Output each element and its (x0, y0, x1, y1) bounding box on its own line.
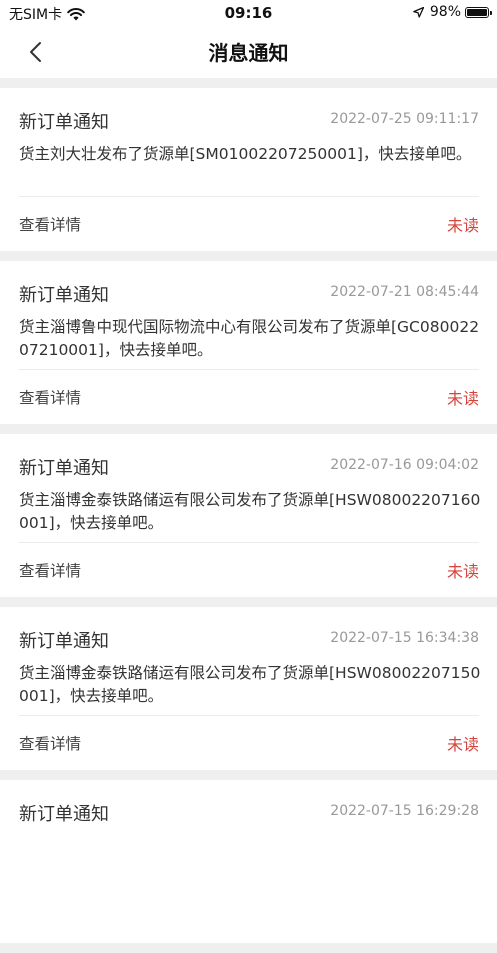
notification-title: 新订单通知 (19, 804, 109, 825)
unread-badge: 未读 (446, 562, 479, 581)
unread-badge: 未读 (446, 216, 479, 235)
notification-body: 货主刘大壮发布了货源单[SM01002207250001]，快去接单吧。 (19, 145, 472, 163)
notification-time: 2022-07-15 16:34:38 (330, 630, 479, 646)
notification-list: 新订单通知 2022-07-25 09:11:17 货主刘大壮发布了货源单[SM… (0, 88, 497, 953)
notification-body: 货主淄博金泰铁路储运有限公司发布了货源单[HSW08002207150001]，… (19, 664, 481, 705)
view-details-link[interactable]: 查看详情 (19, 213, 81, 235)
notification-title: 新订单通知 (19, 458, 109, 479)
notification-card[interactable]: 新订单通知 2022-07-21 08:45:44 货主淄博鲁中现代国际物流中心… (0, 261, 497, 424)
notification-title: 新订单通知 (19, 112, 109, 133)
notification-body: 货主淄博金泰铁路储运有限公司发布了货源单[HSW08002207160001]，… (19, 491, 481, 532)
divider (19, 542, 479, 543)
divider (19, 715, 479, 716)
notification-time: 2022-07-15 16:29:28 (330, 803, 479, 819)
view-details-link[interactable]: 查看详情 (19, 386, 81, 408)
status-bar: 无SIM卡 09:16 98% (0, 0, 497, 26)
divider (19, 196, 479, 197)
notification-time: 2022-07-21 08:45:44 (330, 284, 479, 300)
view-details-link[interactable]: 查看详情 (19, 559, 81, 581)
notification-title: 新订单通知 (19, 631, 109, 652)
nav-bar: 消息通知 (0, 26, 497, 78)
battery-icon (465, 6, 492, 18)
notification-time: 2022-07-16 09:04:02 (330, 457, 479, 473)
notification-card[interactable]: 新订单通知 2022-07-15 16:34:38 货主淄博金泰铁路储运有限公司… (0, 607, 497, 770)
unread-badge: 未读 (446, 735, 479, 754)
battery-percent: 98% (429, 4, 461, 20)
battery-tip (490, 10, 492, 15)
notification-time: 2022-07-25 09:11:17 (330, 111, 479, 127)
notification-body: 货主淄博鲁中现代国际物流中心有限公司发布了货源单[GC0800220721000… (19, 318, 480, 359)
notification-card[interactable]: 新订单通知 2022-07-16 09:04:02 货主淄博金泰铁路储运有限公司… (0, 434, 497, 597)
notification-card[interactable]: 新订单通知 2022-07-15 16:29:28 (0, 780, 497, 943)
location-arrow-icon (413, 6, 424, 18)
unread-badge: 未读 (446, 389, 479, 408)
notification-card[interactable]: 新订单通知 2022-07-25 09:11:17 货主刘大壮发布了货源单[SM… (0, 88, 497, 251)
status-bar-right: 98% (413, 4, 492, 20)
battery-fill (467, 8, 487, 16)
notification-title: 新订单通知 (19, 285, 109, 306)
divider (19, 369, 479, 370)
view-details-link[interactable]: 查看详情 (19, 732, 81, 754)
page-title: 消息通知 (208, 41, 289, 65)
